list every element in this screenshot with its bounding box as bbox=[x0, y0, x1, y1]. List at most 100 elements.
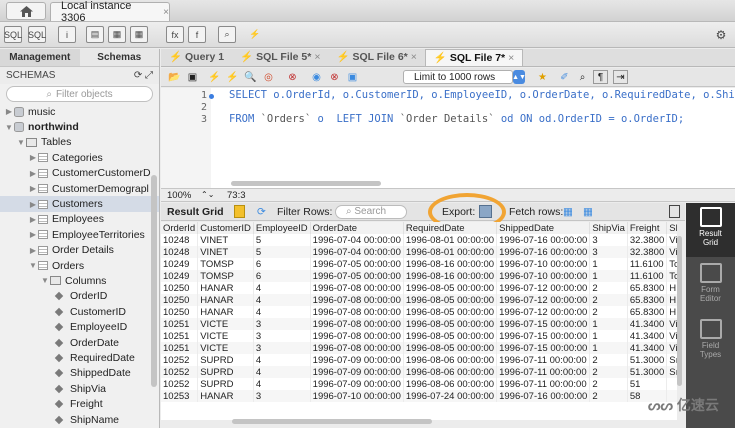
table-row[interactable]: 10249 TOMSP 6 1996-07-05 00:00:00 1996-08-16… bbox=[161, 258, 677, 270]
table-cell[interactable]: HANAR bbox=[197, 282, 254, 294]
table-cell[interactable]: 1996-07-24 00:00:00 bbox=[403, 390, 498, 402]
table-row[interactable]: 10248 VINET 5 1996-07-04 00:00:00 1996-08-01… bbox=[161, 246, 677, 258]
table-cell[interactable]: 1996-07-16 00:00:00 bbox=[496, 390, 591, 402]
table-cell[interactable]: Sı bbox=[666, 354, 677, 366]
table-cell[interactable]: 3 bbox=[253, 390, 311, 402]
table-cell[interactable]: 1996-08-06 00:00:00 bbox=[403, 378, 498, 390]
autocommit-icon[interactable]: ◉ bbox=[309, 70, 324, 84]
refresh-icon[interactable]: ⟳ bbox=[257, 206, 266, 218]
create-table-icon[interactable]: ▦ bbox=[108, 26, 126, 43]
table-cell[interactable]: 10251 bbox=[161, 330, 199, 342]
table-cell[interactable]: 3 bbox=[589, 234, 628, 246]
table-cell[interactable]: HANAR bbox=[197, 390, 254, 402]
table-cell[interactable]: 1996-07-16 00:00:00 bbox=[496, 246, 591, 258]
column-header[interactable]: OrderDate bbox=[310, 222, 404, 234]
table-row[interactable]: 10250 HANAR 4 1996-07-08 00:00:00 1996-08-05… bbox=[161, 282, 677, 294]
sidebar-scrollbar[interactable] bbox=[151, 175, 157, 387]
table-cell[interactable]: H: bbox=[666, 306, 677, 318]
table-cell[interactable]: VICTE bbox=[197, 318, 254, 330]
table-cell[interactable]: 3 bbox=[589, 246, 628, 258]
column-header[interactable]: CustomerID bbox=[197, 222, 254, 234]
close-icon[interactable]: × bbox=[314, 51, 320, 63]
chevron-down-icon[interactable]: ▲▼ bbox=[512, 70, 526, 84]
table-cell[interactable]: 1996-08-05 00:00:00 bbox=[403, 330, 498, 342]
grid-view-icon[interactable] bbox=[234, 205, 245, 218]
table-cell[interactable]: 2 bbox=[589, 294, 628, 306]
table-cell[interactable]: 1996-07-05 00:00:00 bbox=[310, 270, 404, 282]
table-cell[interactable]: 11.6100 bbox=[627, 258, 668, 270]
table-cell[interactable]: 41.3400 bbox=[627, 330, 668, 342]
table-cell[interactable]: 4 bbox=[253, 306, 311, 318]
chevron-right-icon[interactable]: ▶ bbox=[4, 107, 14, 116]
save-icon[interactable]: ▣ bbox=[185, 70, 200, 84]
table-cell[interactable]: 10253 bbox=[161, 390, 199, 402]
table-cell[interactable]: 10250 bbox=[161, 282, 199, 294]
table-cell[interactable]: H: bbox=[666, 282, 677, 294]
tree-item-columns[interactable]: ▼ Columns bbox=[0, 273, 159, 288]
table-cell[interactable]: VICTE bbox=[197, 342, 254, 354]
refresh-icon[interactable]: ⟳ ⤢ bbox=[134, 70, 153, 81]
table-cell[interactable]: 1996-07-16 00:00:00 bbox=[496, 234, 591, 246]
open-sql-file-icon[interactable]: SQL bbox=[28, 26, 46, 43]
table-cell[interactable]: 1996-08-05 00:00:00 bbox=[403, 282, 498, 294]
table-cell[interactable]: VINET bbox=[197, 246, 254, 258]
table-cell[interactable]: 1996-08-05 00:00:00 bbox=[403, 342, 498, 354]
tab-sql-file-6[interactable]: ⚡ SQL File 6* × bbox=[329, 49, 425, 66]
table-cell[interactable]: 10250 bbox=[161, 306, 199, 318]
table-cell[interactable]: 2 bbox=[589, 366, 628, 378]
toggle-panel-icon[interactable] bbox=[669, 205, 680, 218]
table-cell[interactable]: 1996-07-08 00:00:00 bbox=[310, 306, 404, 318]
filter-objects-input[interactable]: ⌕ Filter objects bbox=[6, 86, 153, 102]
table-cell[interactable]: 10252 bbox=[161, 378, 199, 390]
table-cell[interactable]: VINET bbox=[197, 234, 254, 246]
create-schema-icon[interactable]: ▤ bbox=[86, 26, 104, 43]
table-cell[interactable]: SUPRD bbox=[197, 366, 254, 378]
table-row[interactable]: 10250 HANAR 4 1996-07-08 00:00:00 1996-08-05… bbox=[161, 294, 677, 306]
create-function-icon[interactable]: f bbox=[188, 26, 206, 43]
table-cell[interactable]: HANAR bbox=[197, 306, 254, 318]
table-cell[interactable]: Vi bbox=[666, 330, 677, 342]
close-icon[interactable]: × bbox=[411, 51, 417, 63]
table-cell[interactable]: 1996-08-01 00:00:00 bbox=[403, 246, 498, 258]
close-icon[interactable]: × bbox=[508, 52, 514, 64]
table-cell[interactable]: 1 bbox=[589, 330, 628, 342]
table-cell[interactable]: 1996-08-05 00:00:00 bbox=[403, 318, 498, 330]
table-cell[interactable]: 1996-07-08 00:00:00 bbox=[310, 342, 404, 354]
column-header[interactable]: OrderId bbox=[161, 222, 199, 234]
column-header[interactable]: Sl bbox=[666, 222, 677, 234]
tree-item-customerid[interactable]: CustomerID bbox=[0, 304, 159, 319]
table-cell[interactable]: 1996-07-15 00:00:00 bbox=[496, 330, 591, 342]
tree-item-customerdemograpl[interactable]: ▶ CustomerDemograpl bbox=[0, 181, 159, 196]
table-cell[interactable]: VICTE bbox=[197, 330, 254, 342]
table-cell[interactable]: 1996-07-12 00:00:00 bbox=[496, 306, 591, 318]
tab-local-instance[interactable]: Local instance 3306 × bbox=[50, 0, 170, 24]
table-row[interactable]: 10250 HANAR 4 1996-07-08 00:00:00 1996-08-05… bbox=[161, 306, 677, 318]
search-table-data-icon[interactable]: ⌕ bbox=[218, 26, 236, 43]
table-cell[interactable] bbox=[666, 378, 677, 390]
chevron-down-icon[interactable]: ▼ bbox=[28, 261, 38, 270]
table-cell[interactable]: 1996-07-10 00:00:00 bbox=[496, 270, 591, 282]
side-panel-field-types[interactable]: Field Types bbox=[686, 315, 735, 369]
table-cell[interactable]: 4 bbox=[253, 294, 311, 306]
table-cell[interactable]: 65.8300 bbox=[627, 306, 668, 318]
table-cell[interactable]: 2 bbox=[589, 306, 628, 318]
table-row[interactable]: 10249 TOMSP 6 1996-07-05 00:00:00 1996-08-16… bbox=[161, 270, 677, 282]
tree-item-northwind[interactable]: ▼ northwind bbox=[0, 119, 159, 134]
table-cell[interactable]: 1996-07-09 00:00:00 bbox=[310, 378, 404, 390]
table-cell[interactable]: 1996-08-16 00:00:00 bbox=[403, 258, 498, 270]
chevron-right-icon[interactable]: ▶ bbox=[28, 200, 38, 209]
table-cell[interactable]: 3 bbox=[253, 318, 311, 330]
table-cell[interactable]: 1996-08-16 00:00:00 bbox=[403, 270, 498, 282]
table-cell[interactable]: 1996-07-11 00:00:00 bbox=[496, 366, 591, 378]
table-cell[interactable]: 2 bbox=[589, 390, 628, 402]
table-cell[interactable]: 3 bbox=[253, 330, 311, 342]
tree-item-music[interactable]: ▶ music bbox=[0, 104, 159, 119]
editor-scrollbar[interactable] bbox=[231, 181, 381, 186]
table-cell[interactable]: 65.8300 bbox=[627, 294, 668, 306]
table-cell[interactable]: 1996-07-15 00:00:00 bbox=[496, 342, 591, 354]
settings-gear-icon[interactable]: ⚙ bbox=[712, 26, 730, 43]
table-row[interactable]: 10252 SUPRD 4 1996-07-09 00:00:00 1996-08-06… bbox=[161, 354, 677, 366]
new-sql-tab-icon[interactable]: SQL bbox=[4, 26, 22, 43]
table-cell[interactable]: 1996-07-11 00:00:00 bbox=[496, 378, 591, 390]
table-cell[interactable]: 1996-07-10 00:00:00 bbox=[310, 390, 404, 402]
